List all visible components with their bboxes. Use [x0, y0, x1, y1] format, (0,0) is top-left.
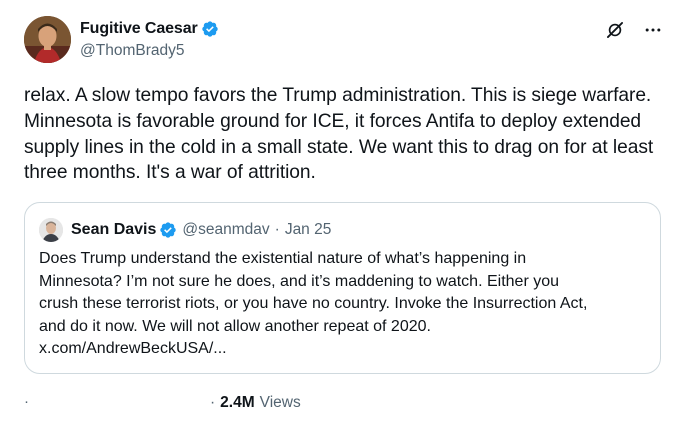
tweet-meta: · 2.4M Views: [210, 394, 301, 412]
quoted-date: Jan 25: [284, 221, 332, 238]
quoted-author-display-name: Sean Davis: [71, 221, 157, 238]
quoted-tweet-header: Sean Davis @seanmdav · Jan 25: [39, 218, 331, 242]
quoted-text-line: Minnesota? I’m not sure he does, and it’…: [39, 272, 560, 290]
quoted-author-handle: @seanmdav: [182, 221, 270, 238]
tweet-text: relax. A slow tempo favors the Trump adm…: [24, 85, 654, 184]
author-handle[interactable]: @ThomBrady5: [80, 42, 219, 60]
quoted-text-line: and do it now. We will not allow another…: [39, 317, 431, 335]
quoted-tweet[interactable]: Sean Davis @seanmdav · Jan 25 Does Trump…: [24, 202, 661, 374]
meta-separator: ·: [210, 394, 216, 411]
quoted-text-line: Does Trump understand the existential na…: [39, 250, 527, 267]
author-avatar-image: [24, 16, 71, 63]
author-info: Fugitive Caesar @ThomBrady5: [80, 18, 219, 60]
more-horizontal-icon[interactable]: [643, 20, 663, 40]
tweet-top-actions: [605, 20, 663, 40]
verified-badge-icon[interactable]: [201, 20, 219, 38]
meta-left-dot: ·: [24, 393, 29, 410]
views-count: 2.4M: [220, 394, 255, 411]
author-display-name[interactable]: Fugitive Caesar: [80, 20, 198, 38]
views-label: Views: [259, 394, 301, 411]
quoted-verified-badge-icon: [160, 222, 177, 238]
quoted-text-line: crush these terrorist riots, or you have…: [39, 295, 588, 312]
author-avatar[interactable]: [24, 16, 71, 63]
quoted-tweet-text: Does Trump understand the existential na…: [39, 248, 651, 361]
quoted-link[interactable]: x.com/AndrewBeckUSA/...: [39, 338, 651, 361]
tweet-card: Fugitive Caesar @ThomBrady5 relax. A slo…: [0, 0, 685, 422]
quoted-separator: ·: [274, 221, 280, 238]
quoted-author-avatar: [39, 218, 63, 242]
grok-icon[interactable]: [605, 20, 625, 40]
